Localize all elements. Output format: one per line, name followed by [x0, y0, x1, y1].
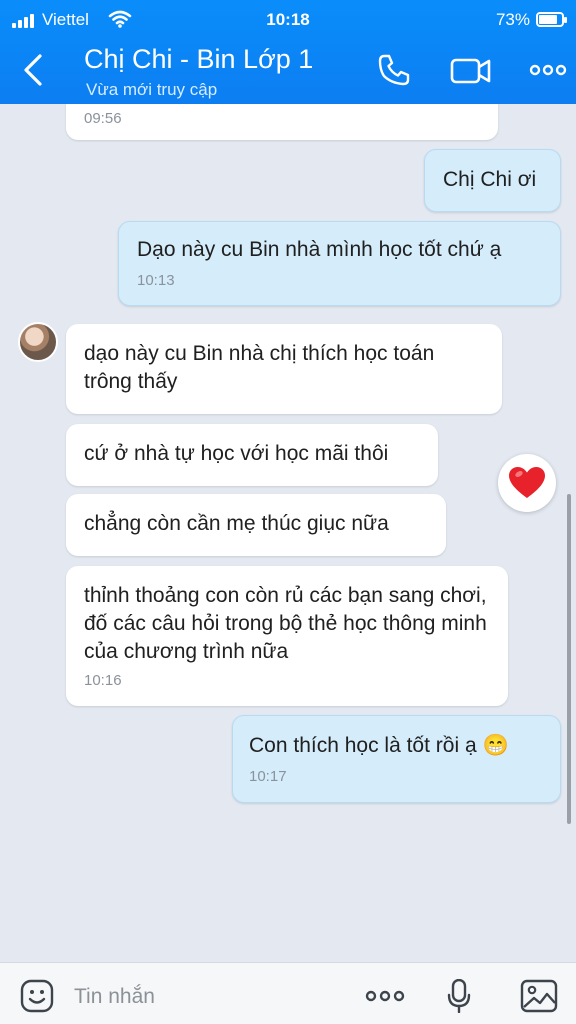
message-time: 10:17: [249, 768, 287, 785]
image-gallery-icon[interactable]: [520, 979, 558, 1013]
message-bubble-outgoing[interactable]: Con thích học là tốt rồi ạ 😁 10:17: [232, 715, 561, 803]
message-bubble-outgoing[interactable]: Dạo này cu Bin nhà mình học tốt chứ ạ 10…: [118, 221, 561, 306]
message-bubble-incoming[interactable]: 09:56: [66, 104, 498, 140]
message-bubble-incoming[interactable]: dạo này cu Bin nhà chị thích học toán tr…: [66, 324, 502, 414]
heart-icon: [509, 467, 545, 498]
message-text: Con thích học là tốt rồi ạ 😁: [249, 734, 509, 757]
message-text: chẳng còn cần mẹ thúc giục nữa: [84, 512, 389, 535]
status-time: 10:18: [266, 10, 310, 29]
battery-icon: [536, 12, 567, 27]
scrollbar[interactable]: [567, 494, 571, 824]
contact-name[interactable]: Chị Chi - Bin Lớp 1: [84, 44, 313, 75]
chat-header: Viettel 10:18 73% Chị Chi - Bin Lớp 1 Vừ…: [0, 0, 576, 104]
message-bubble-outgoing[interactable]: Chị Chi ơi: [424, 149, 561, 212]
phone-icon[interactable]: [376, 52, 412, 88]
status-bar: Viettel 10:18 73%: [0, 0, 576, 40]
message-text: thỉnh thoảng con còn rủ các bạn sang chơ…: [84, 584, 487, 663]
message-text: Chị Chi ơi: [443, 168, 537, 191]
message-bubble-incoming[interactable]: thỉnh thoảng con còn rủ các bạn sang chơ…: [66, 566, 508, 706]
composer-bar: Tin nhắn: [0, 962, 576, 1024]
more-actions-icon[interactable]: [364, 979, 406, 1013]
back-icon[interactable]: [18, 52, 50, 88]
message-text: Dạo này cu Bin nhà mình học tốt chứ ạ: [137, 238, 502, 261]
last-seen-status: Vừa mới truy cập: [86, 80, 218, 99]
message-text: cứ ở nhà tự học với học mãi thôi: [84, 442, 389, 465]
contact-avatar[interactable]: [18, 322, 58, 362]
sticker-emoji-icon[interactable]: [20, 979, 54, 1013]
message-list[interactable]: 09:56 Chị Chi ơi Dạo này cu Bin nhà mình…: [0, 104, 576, 962]
message-time: 10:13: [137, 272, 175, 289]
message-bubble-incoming[interactable]: cứ ở nhà tự học với học mãi thôi: [66, 424, 438, 486]
message-text: dạo này cu Bin nhà chị thích học toán tr…: [84, 342, 435, 393]
message-time: 10:16: [84, 672, 122, 689]
microphone-icon[interactable]: [446, 979, 472, 1013]
video-call-icon[interactable]: [450, 52, 492, 88]
more-options-icon[interactable]: [528, 52, 568, 88]
message-input[interactable]: Tin nhắn: [74, 985, 155, 1009]
battery-percent: 73%: [495, 10, 530, 29]
message-time: 09:56: [84, 110, 122, 127]
reaction-button[interactable]: [498, 454, 556, 512]
message-bubble-incoming[interactable]: chẳng còn cần mẹ thúc giục nữa: [66, 494, 446, 556]
